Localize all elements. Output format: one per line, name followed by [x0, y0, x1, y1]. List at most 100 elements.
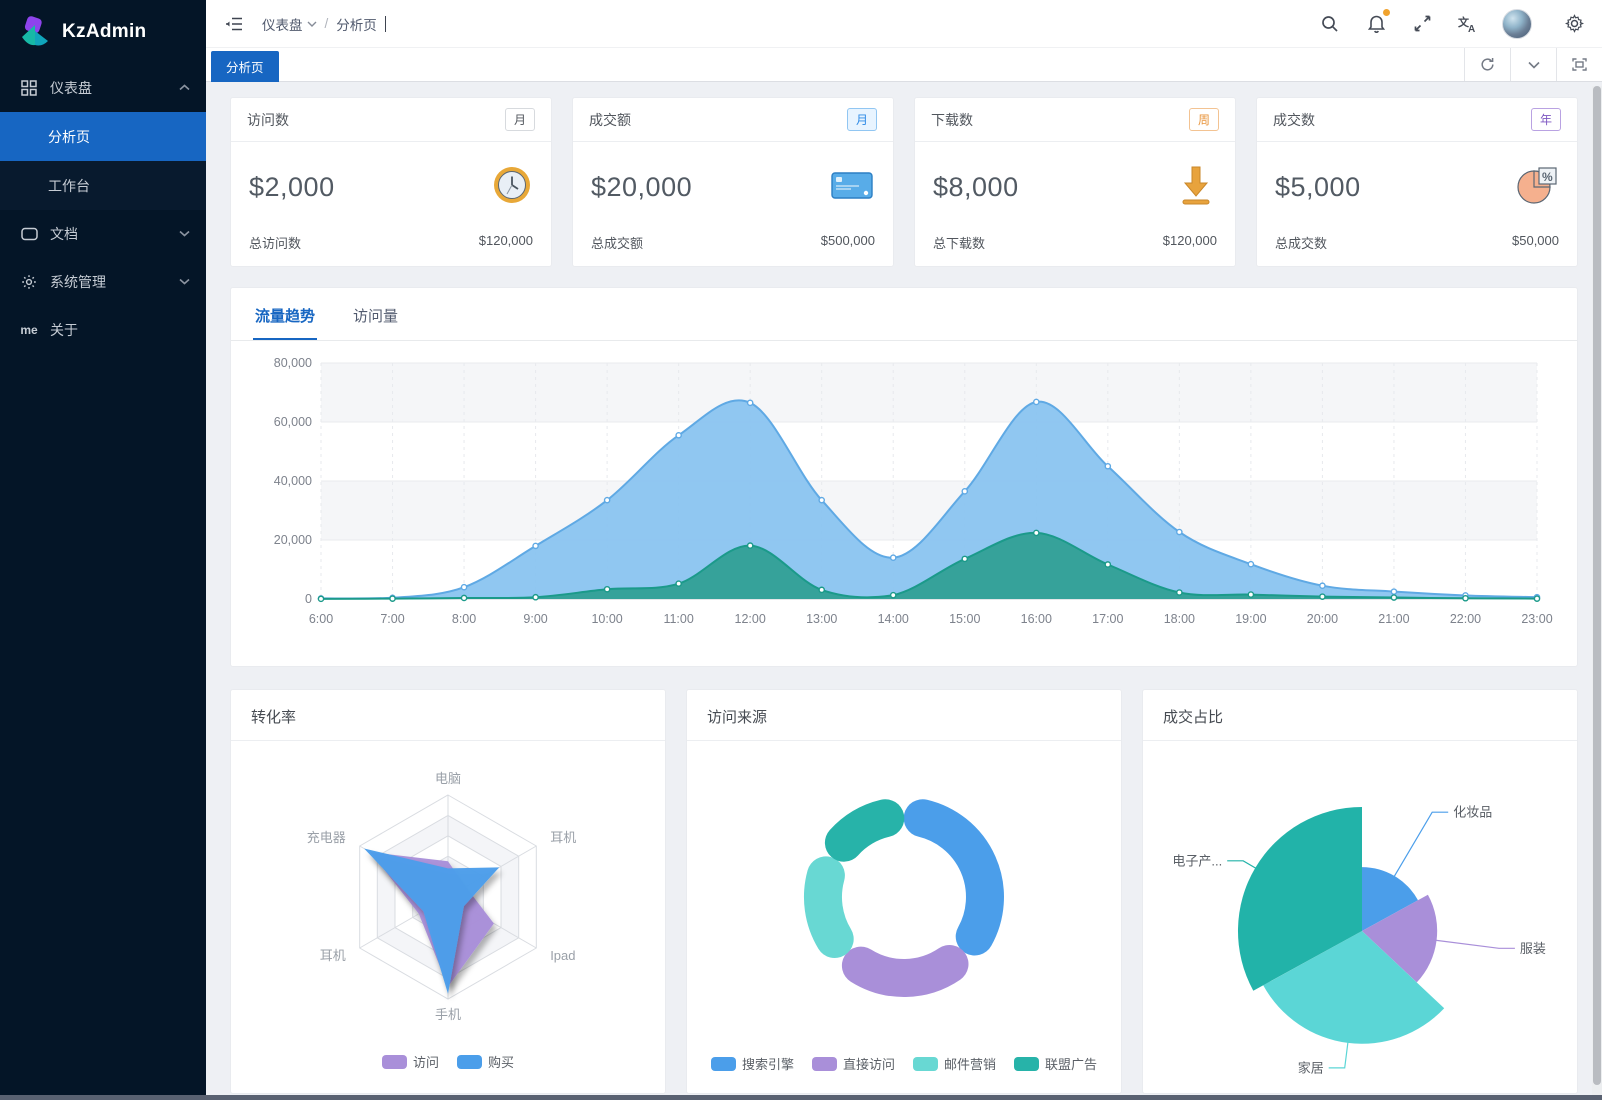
breadcrumb: 仪表盘 / 分析页 — [262, 14, 386, 34]
period-badge[interactable]: 周 — [1189, 108, 1219, 131]
svg-text:9:00: 9:00 — [523, 612, 547, 626]
settings-icon[interactable] — [1562, 12, 1586, 36]
svg-text:0: 0 — [305, 592, 312, 606]
menu-collapse-icon[interactable] — [220, 10, 248, 38]
svg-text:化妆品: 化妆品 — [1453, 805, 1492, 820]
legend-label: 购买 — [488, 1052, 514, 1071]
conversion-card: 转化率 电脑耳机Ipad手机耳机充电器 访问 购买 — [230, 689, 666, 1094]
card-title: 访问数 — [247, 110, 289, 130]
deal-share-pie-chart[interactable]: 化妆品服装家居电子产... — [1162, 749, 1558, 1100]
sidebar-item-label: 系统管理 — [50, 272, 167, 292]
main-area: 仪表盘 / 分析页 — [206, 0, 1602, 1100]
period-badge[interactable]: 月 — [847, 108, 877, 131]
card-footer-value: $50,000 — [1512, 233, 1559, 252]
logo-icon — [18, 15, 52, 49]
card-footer-value: $120,000 — [1163, 233, 1217, 252]
svg-text:7:00: 7:00 — [380, 612, 404, 626]
legend-item[interactable]: 联盟广告 — [1014, 1054, 1097, 1073]
card-footer-value: $500,000 — [821, 233, 875, 252]
visit-source-card: 访问来源 搜索引擎 直接访问 邮件营销 联盟广告 — [686, 689, 1122, 1094]
svg-text:19:00: 19:00 — [1235, 612, 1266, 626]
vertical-scrollbar[interactable] — [1592, 86, 1602, 1095]
card-title: 成交占比 — [1143, 690, 1577, 741]
notification-dot — [1383, 9, 1390, 16]
legend-swatch — [382, 1055, 407, 1069]
tab-analysis[interactable]: 分析页 — [211, 51, 279, 83]
sidebar-item-docs[interactable]: 文档 — [0, 210, 206, 258]
tabbar-controls — [1464, 48, 1602, 81]
svg-text:家居: 家居 — [1298, 1060, 1324, 1075]
sidebar-item-label: 仪表盘 — [50, 78, 167, 98]
sidebar-item-system[interactable]: 系统管理 — [0, 258, 206, 306]
refresh-icon[interactable] — [1464, 48, 1510, 81]
tab-visit-volume[interactable]: 访问量 — [351, 288, 400, 340]
svg-text:16:00: 16:00 — [1021, 612, 1052, 626]
bottom-cards-row: 转化率 电脑耳机Ipad手机耳机充电器 访问 购买 访问来源 搜索引擎 直接访问 邮件… — [230, 689, 1578, 1094]
svg-text:12:00: 12:00 — [735, 612, 766, 626]
period-badge[interactable]: 月 — [505, 108, 535, 131]
breadcrumb-root[interactable]: 仪表盘 — [262, 14, 317, 34]
legend-label: 直接访问 — [843, 1054, 895, 1073]
svg-text:23:00: 23:00 — [1521, 612, 1552, 626]
sidebar-item-workbench[interactable]: 工作台 — [0, 161, 206, 210]
fullscreen-icon[interactable] — [1410, 12, 1434, 36]
svg-text:22:00: 22:00 — [1450, 612, 1481, 626]
translate-icon[interactable]: 文 A — [1456, 12, 1480, 36]
stat-card-deals: 成交数 年 $5,000 % — [1256, 97, 1578, 267]
logo[interactable]: KzAdmin — [0, 0, 206, 64]
search-icon[interactable] — [1318, 12, 1342, 36]
legend-item[interactable]: 直接访问 — [812, 1054, 895, 1073]
sidebar-item-label: 工作台 — [48, 176, 90, 196]
card-footer-label: 总成交数 — [1275, 233, 1327, 252]
topbar: 仪表盘 / 分析页 — [206, 0, 1602, 48]
card-title: 访问来源 — [687, 690, 1121, 741]
svg-text:Ipad: Ipad — [550, 948, 575, 963]
sidebar-item-about[interactable]: me 关于 — [0, 306, 206, 354]
tab-traffic-trend[interactable]: 流量趋势 — [253, 288, 317, 340]
donut-legend: 搜索引擎 直接访问 邮件营销 联盟广告 — [711, 1054, 1097, 1073]
stat-card-turnover: 成交额 月 $20,000 — [572, 97, 894, 267]
document-icon — [20, 225, 38, 243]
period-badge[interactable]: 年 — [1531, 108, 1561, 131]
bell-icon[interactable] — [1364, 12, 1388, 36]
legend-label: 搜索引擎 — [742, 1054, 794, 1073]
breadcrumb-current[interactable]: 分析页 — [336, 14, 377, 34]
legend-item[interactable]: 访问 — [382, 1052, 439, 1071]
card-title: 转化率 — [231, 690, 665, 741]
stat-card-visits: 访问数 月 $2,000 — [230, 97, 552, 267]
scrollbar-thumb[interactable] — [1593, 86, 1601, 1085]
deal-share-card: 成交占比 化妆品服装家居电子产... — [1142, 689, 1578, 1094]
sidebar-item-dashboard[interactable]: 仪表盘 — [0, 64, 206, 112]
card-title: 成交数 — [1273, 110, 1315, 130]
svg-text:18:00: 18:00 — [1164, 612, 1195, 626]
sidebar-menu: 仪表盘 分析页 工作台 文档 — [0, 64, 206, 1100]
text-cursor — [385, 16, 386, 32]
sidebar-item-label: 文档 — [50, 224, 167, 244]
card-footer-label: 总成交额 — [591, 233, 643, 252]
topbar-actions: 文 A — [1318, 9, 1586, 39]
card-value: $20,000 — [591, 172, 692, 203]
legend-item[interactable]: 搜索引擎 — [711, 1054, 794, 1073]
card-footer-label: 总下载数 — [933, 233, 985, 252]
svg-text:60,000: 60,000 — [274, 415, 312, 429]
app-root: KzAdmin 仪表盘 分析页 工作台 — [0, 0, 1602, 1100]
conversion-radar-chart[interactable]: 电脑耳机Ipad手机耳机充电器 — [250, 749, 646, 1050]
svg-text:17:00: 17:00 — [1092, 612, 1123, 626]
maximize-icon[interactable] — [1556, 48, 1602, 81]
svg-text:20:00: 20:00 — [1307, 612, 1338, 626]
chevron-down-icon[interactable] — [1510, 48, 1556, 81]
traffic-trend-chart[interactable]: 6:007:008:009:0010:0011:0012:0013:0014:0… — [231, 341, 1577, 654]
chevron-down-icon — [179, 276, 190, 288]
svg-text:40,000: 40,000 — [274, 474, 312, 488]
card-footer-value: $120,000 — [479, 233, 533, 252]
legend-label: 邮件营销 — [944, 1054, 996, 1073]
card-title: 下载数 — [931, 110, 973, 130]
legend-label: 联盟广告 — [1045, 1054, 1097, 1073]
sidebar-item-analysis[interactable]: 分析页 — [0, 112, 206, 161]
legend-item[interactable]: 购买 — [457, 1052, 514, 1071]
visit-source-donut-chart[interactable] — [706, 749, 1102, 1052]
card-footer-label: 总访问数 — [249, 233, 301, 252]
avatar[interactable] — [1502, 9, 1532, 39]
trend-panel: 流量趋势 访问量 6:007:008:009:0010:0011:0012:00… — [230, 287, 1578, 667]
legend-item[interactable]: 邮件营销 — [913, 1054, 996, 1073]
